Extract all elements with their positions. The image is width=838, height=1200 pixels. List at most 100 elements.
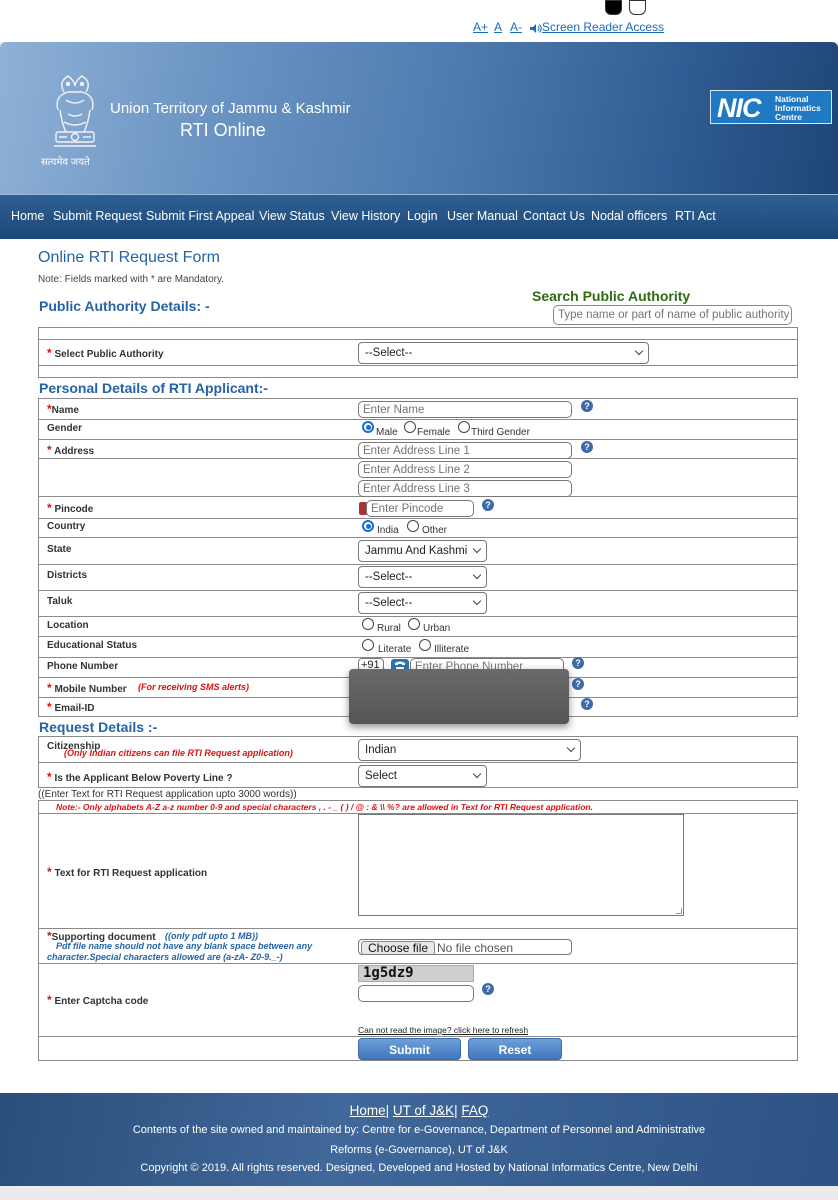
section-public-authority: Public Authority Details: - [39, 298, 210, 314]
captcha-input[interactable] [358, 985, 474, 1002]
gender-male-radio[interactable] [362, 421, 374, 433]
public-authority-select[interactable]: --Select-- [358, 342, 649, 364]
address-line-3-input[interactable] [358, 480, 572, 497]
ut-name: Union Territory of Jammu & Kashmir [110, 100, 351, 117]
submit-button[interactable]: Submit [358, 1038, 461, 1060]
footer-home-link[interactable]: Home [350, 1103, 386, 1118]
footer-ut-link[interactable]: UT of J&K [393, 1103, 454, 1118]
emblem-motto: सत्यमेव जयते [41, 157, 90, 168]
screen-reader-link[interactable]: Screen Reader Access [542, 20, 664, 34]
help-icon[interactable]: ? [581, 400, 593, 412]
site-footer: Home| UT of J&K| FAQ Contents of the sit… [0, 1093, 838, 1186]
gender-female-radio[interactable] [404, 421, 416, 433]
font-decrease-link[interactable]: A- [510, 20, 522, 34]
gender-label: Gender [47, 423, 83, 434]
gender-third-label: Third Gender [471, 427, 530, 438]
address-line-1-input[interactable] [358, 442, 572, 459]
gender-female-label: Female [417, 427, 451, 438]
country-india-label: India [377, 525, 399, 536]
choose-file-button[interactable]: Choose file [361, 941, 436, 954]
districts-select[interactable]: --Select-- [358, 566, 487, 588]
country-label: Country [47, 521, 86, 532]
country-india-radio[interactable] [362, 520, 374, 532]
pincode-input[interactable] [366, 500, 474, 517]
nav-user-manual[interactable]: User Manual [447, 209, 518, 223]
nav-home[interactable]: Home [11, 209, 44, 223]
nav-contact-us[interactable]: Contact Us [523, 209, 585, 223]
help-icon[interactable]: ? [572, 678, 584, 690]
form-title: Online RTI Request Form [38, 249, 220, 266]
text-chars-note: Note:- Only alphabets A-Z a-z number 0-9… [56, 802, 593, 812]
row-divider [38, 365, 798, 366]
mobile-sms-note: (For receiving SMS alerts) [138, 682, 250, 692]
resize-grip-icon[interactable] [676, 908, 682, 914]
nav-view-status[interactable]: View Status [259, 209, 325, 223]
bpl-label: * Is the Applicant Below Poverty Line ? [47, 770, 233, 784]
select-public-authority-label: * Select Public Authority [47, 346, 164, 360]
location-rural-radio[interactable] [362, 618, 374, 630]
portal-title: RTI Online [180, 120, 266, 140]
row-divider [38, 339, 798, 340]
state-label: State [47, 544, 72, 555]
nav-login[interactable]: Login [407, 209, 438, 223]
nav-submit-first-appeal[interactable]: Submit First Appeal [146, 209, 254, 223]
state-select[interactable]: Jammu And Kashmi [358, 540, 487, 562]
nic-logo[interactable]: NIC National Informatics Centre [710, 90, 832, 124]
row-divider [38, 439, 798, 440]
nav-submit-request[interactable]: Submit Request [53, 209, 142, 223]
districts-label: Districts [47, 570, 88, 581]
footer-copyright: Copyright © 2019. All rights reserved. D… [140, 1162, 698, 1174]
section-personal-details: Personal Details of RTI Applicant:- [39, 380, 268, 396]
help-icon[interactable]: ? [581, 441, 593, 453]
education-illiterate-radio[interactable] [419, 639, 431, 651]
bpl-select[interactable]: Select [358, 765, 487, 787]
national-emblem: सत्यमेव जयते [41, 70, 106, 180]
normal-theme-button[interactable] [629, 0, 646, 15]
chevron-down-icon [566, 743, 576, 753]
mobile-label: * Mobile Number [47, 681, 127, 695]
help-icon[interactable]: ? [482, 499, 494, 511]
row-divider [38, 1036, 798, 1037]
education-label: Educational Status [47, 640, 138, 651]
nav-nodal-officers[interactable]: Nodal officers [591, 209, 667, 223]
country-other-radio[interactable] [407, 520, 419, 532]
pincode-label: * Pincode [47, 501, 94, 515]
location-urban-radio[interactable] [408, 618, 420, 630]
footer-ownership-line-2: Reforms (e-Governance), UT of J&K [330, 1144, 508, 1156]
nic-logo-text: National Informatics Centre [775, 94, 821, 122]
citizenship-select[interactable]: Indian [358, 739, 581, 761]
row-divider [38, 537, 798, 538]
site-header: सत्यमेव जयते Union Territory of Jammu & … [0, 42, 838, 194]
reset-button[interactable]: Reset [468, 1038, 562, 1060]
footer-faq-link[interactable]: FAQ [461, 1103, 488, 1118]
name-input[interactable] [358, 401, 572, 418]
help-icon[interactable]: ? [572, 657, 584, 669]
row-divider [38, 564, 798, 565]
row-divider [38, 963, 798, 964]
search-public-authority-input[interactable] [553, 305, 792, 325]
education-literate-label: Literate [378, 644, 412, 655]
help-icon[interactable]: ? [482, 983, 494, 995]
supporting-file-input[interactable]: Choose file No file chosen [358, 939, 572, 955]
taluk-select[interactable]: --Select-- [358, 592, 487, 614]
row-divider [38, 419, 798, 420]
captcha-refresh-link[interactable]: Can not read the image? click here to re… [358, 1025, 528, 1035]
section-request-details: Request Details :- [39, 719, 158, 735]
supporting-filename-note: Pdf file name should not have any blank … [47, 941, 313, 962]
help-icon[interactable]: ? [581, 698, 593, 710]
high-contrast-theme-button[interactable] [605, 0, 622, 15]
font-increase-link[interactable]: A+ [473, 20, 488, 34]
search-public-authority-label: Search Public Authority [532, 288, 691, 304]
nav-rti-act[interactable]: RTI Act [675, 209, 716, 223]
rti-request-form: Online RTI Request Form Note: Fields mar… [0, 239, 838, 1093]
font-normal-link[interactable]: A [494, 20, 502, 34]
accessibility-bar: A+ A A- Screen Reader Access [0, 0, 838, 42]
address-line-2-input[interactable] [358, 461, 572, 478]
captcha-label: * Enter Captcha code [47, 993, 149, 1007]
rti-text-area[interactable] [358, 814, 684, 916]
education-literate-radio[interactable] [362, 639, 374, 651]
chevron-down-icon [472, 570, 482, 580]
gender-third-radio[interactable] [458, 421, 470, 433]
nav-view-history[interactable]: View History [331, 209, 400, 223]
chevron-down-icon [472, 596, 482, 606]
